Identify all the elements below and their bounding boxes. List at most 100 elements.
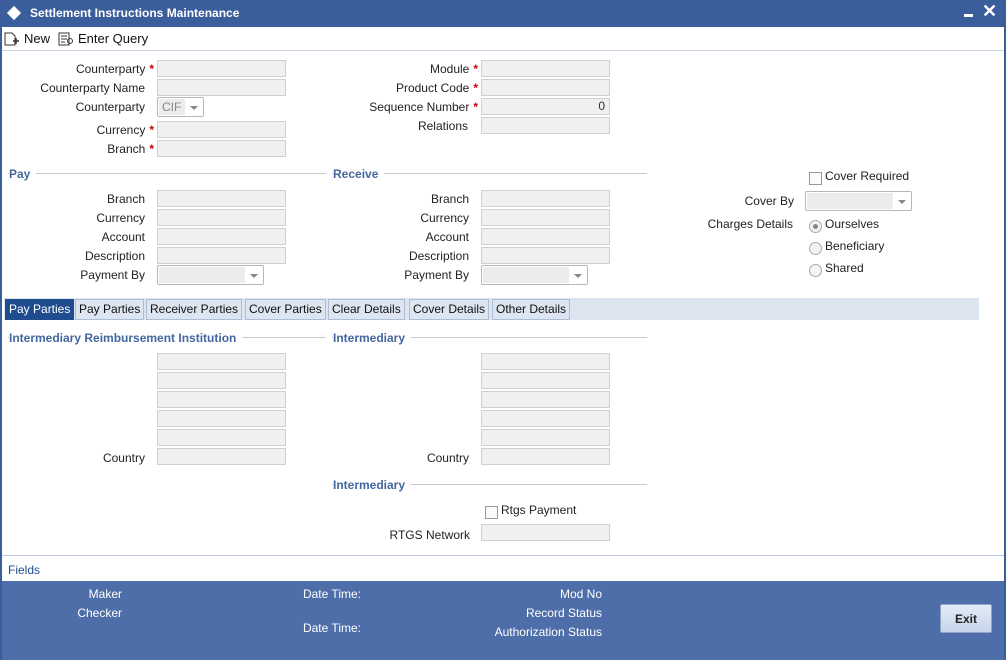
chevron-down-icon bbox=[898, 200, 906, 204]
reimbursement-section-title: Intermediary Reimbursement Institution bbox=[9, 331, 243, 345]
counterparty-type-select[interactable]: CIF bbox=[157, 97, 204, 117]
intermediary-line-3-input[interactable] bbox=[481, 391, 610, 408]
rtgs-payment-checkbox[interactable] bbox=[485, 506, 498, 519]
chevron-down-icon bbox=[190, 106, 198, 110]
pay-account-label: Account bbox=[101, 230, 145, 244]
record-status-label: Record Status bbox=[525, 606, 602, 620]
charges-details-label: Charges Details bbox=[707, 217, 793, 231]
rtgs-network-label: RTGS Network bbox=[389, 528, 470, 542]
intermediary-line-2-input[interactable] bbox=[481, 372, 610, 389]
tab-other-details[interactable]: Other Details bbox=[492, 299, 571, 320]
receive-account-input[interactable] bbox=[481, 228, 610, 245]
counterparty-input[interactable] bbox=[157, 60, 286, 77]
pay-description-input[interactable] bbox=[157, 247, 286, 264]
counterparty-name-input[interactable] bbox=[157, 79, 286, 96]
reimbursement-line-3-input[interactable] bbox=[157, 391, 286, 408]
receive-currency-input[interactable] bbox=[481, 209, 610, 226]
relations-input[interactable] bbox=[481, 117, 610, 134]
cover-by-select[interactable] bbox=[805, 191, 912, 211]
receive-payment-by-select[interactable] bbox=[481, 265, 588, 285]
cover-required-checkbox[interactable] bbox=[809, 172, 822, 185]
cover-by-value bbox=[807, 193, 893, 209]
charges-beneficiary-radio[interactable] bbox=[809, 242, 822, 255]
rtgs-network-input[interactable] bbox=[481, 524, 610, 541]
lower-intermediary-section-title: Intermediary bbox=[333, 478, 412, 492]
intermediary-line-4-input[interactable] bbox=[481, 410, 610, 427]
sequence-number-label: Sequence Number * bbox=[369, 100, 478, 114]
counterparty-type-label: Counterparty bbox=[75, 100, 145, 114]
module-input[interactable] bbox=[481, 60, 610, 77]
window-title-bar: Settlement Instructions Maintenance ✕ bbox=[0, 0, 1006, 27]
fields-link[interactable]: Fields bbox=[8, 563, 40, 577]
toolbar: New Enter Query bbox=[2, 27, 1004, 51]
new-button[interactable]: New bbox=[4, 31, 50, 46]
tab-cover-details[interactable]: Cover Details bbox=[409, 299, 490, 320]
enter-query-label: Enter Query bbox=[78, 31, 149, 46]
module-label: Module * bbox=[429, 62, 478, 76]
charges-shared-radio[interactable] bbox=[809, 264, 822, 277]
intermediary-line-1-input[interactable] bbox=[481, 353, 610, 370]
product-code-label: Product Code * bbox=[395, 81, 478, 95]
pay-currency-label: Currency bbox=[96, 211, 145, 225]
pay-currency-input[interactable] bbox=[157, 209, 286, 226]
tab-cover-parties[interactable]: Cover Parties bbox=[245, 299, 326, 320]
receive-currency-label: Currency bbox=[420, 211, 469, 225]
tab-clear-details[interactable]: Clear Details bbox=[328, 299, 405, 320]
product-code-input[interactable] bbox=[481, 79, 610, 96]
detail-tabs: Pay Parties Pay Parties Receiver Parties… bbox=[4, 298, 979, 320]
rtgs-payment-label: Rtgs Payment bbox=[501, 503, 577, 517]
cover-by-label: Cover By bbox=[744, 194, 794, 208]
fields-bar: Fields bbox=[2, 555, 1004, 581]
branch-label: Branch * bbox=[107, 142, 154, 156]
receive-branch-label: Branch bbox=[430, 192, 469, 206]
pay-branch-input[interactable] bbox=[157, 190, 286, 207]
reimbursement-line-4-input[interactable] bbox=[157, 410, 286, 427]
branch-input[interactable] bbox=[157, 140, 286, 157]
counterparty-type-value: CIF bbox=[159, 99, 185, 115]
receive-section-title: Receive bbox=[333, 167, 385, 181]
mod-no-label: Mod No bbox=[559, 587, 602, 601]
receive-description-label: Description bbox=[408, 249, 469, 263]
charges-beneficiary-label: Beneficiary bbox=[825, 239, 885, 253]
pay-payment-by-label: Payment By bbox=[80, 268, 145, 282]
intermediary-line-5-input[interactable] bbox=[481, 429, 610, 446]
pay-branch-label: Branch bbox=[106, 192, 145, 206]
checker-label: Checker bbox=[77, 606, 122, 620]
reimbursement-country-input[interactable] bbox=[157, 448, 286, 465]
audit-footer bbox=[2, 581, 1004, 660]
sequence-number-input[interactable]: 0 bbox=[481, 98, 610, 115]
charges-ourselves-radio[interactable] bbox=[809, 220, 822, 233]
new-document-icon bbox=[4, 32, 20, 46]
maker-date-time-label: Date Time: bbox=[302, 587, 361, 601]
minimize-icon[interactable] bbox=[962, 4, 976, 20]
query-icon bbox=[58, 32, 74, 46]
tab-pay-parties[interactable]: Pay Parties bbox=[75, 299, 145, 320]
reimbursement-line-1-input[interactable] bbox=[157, 353, 286, 370]
receive-payment-by-label: Payment By bbox=[404, 268, 469, 282]
pay-divider bbox=[8, 173, 326, 174]
reimbursement-line-5-input[interactable] bbox=[157, 429, 286, 446]
enter-query-button[interactable]: Enter Query bbox=[58, 31, 148, 46]
receive-payment-by-value bbox=[483, 267, 569, 283]
cover-required-label: Cover Required bbox=[825, 169, 910, 183]
pay-description-label: Description bbox=[84, 249, 145, 263]
pay-payment-by-select[interactable] bbox=[157, 265, 264, 285]
pay-account-input[interactable] bbox=[157, 228, 286, 245]
receive-description-input[interactable] bbox=[481, 247, 610, 264]
counterparty-name-label: Counterparty Name bbox=[40, 81, 145, 95]
checker-date-time-label: Date Time: bbox=[302, 621, 361, 635]
tab-receiver-parties[interactable]: Receiver Parties bbox=[146, 299, 243, 320]
new-button-label: New bbox=[24, 31, 51, 46]
reimbursement-line-2-input[interactable] bbox=[157, 372, 286, 389]
exit-button[interactable]: Exit bbox=[940, 604, 992, 633]
currency-label: Currency * bbox=[96, 123, 154, 137]
close-icon[interactable]: ✕ bbox=[982, 1, 997, 21]
app-diamond-icon bbox=[6, 5, 22, 21]
tab-pay-parties-active[interactable]: Pay Parties bbox=[5, 299, 75, 320]
currency-input[interactable] bbox=[157, 121, 286, 138]
charges-ourselves-label: Ourselves bbox=[825, 217, 880, 231]
window-title: Settlement Instructions Maintenance bbox=[30, 6, 240, 20]
intermediary-country-input[interactable] bbox=[481, 448, 610, 465]
receive-branch-input[interactable] bbox=[481, 190, 610, 207]
intermediary-section-title: Intermediary bbox=[333, 331, 412, 345]
